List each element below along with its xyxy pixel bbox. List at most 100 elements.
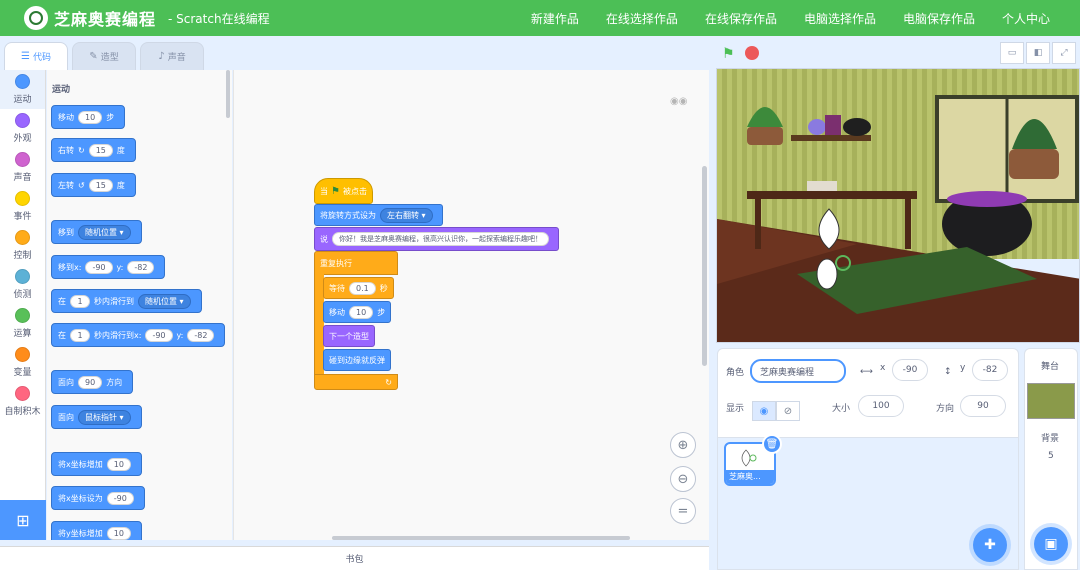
logo[interactable]: 芝麻奥赛编程 [24, 6, 156, 30]
block-text: 步 [377, 307, 386, 317]
speaker-icon: ♪ [158, 51, 165, 62]
backdrop-thumbnail[interactable] [1027, 383, 1075, 419]
block-input[interactable]: 10 [106, 526, 131, 540]
size-input[interactable]: 100 [858, 395, 904, 417]
backpack-bar[interactable]: 书包 [0, 546, 709, 570]
backdrop-count: 5 [1048, 451, 1054, 461]
nav-online-open[interactable]: 在线选择作品 [606, 10, 678, 27]
size-label: 大小 [832, 404, 851, 414]
block-dropdown[interactable]: 鼠标指针 [78, 409, 131, 425]
script-vertical-scrollbar[interactable] [702, 166, 707, 366]
extension-icon: ⊞ [16, 510, 30, 530]
block-input[interactable]: -82 [127, 260, 155, 274]
block-input[interactable]: 1 [70, 294, 90, 308]
zoom-reset-button[interactable]: = [670, 498, 696, 524]
block-input[interactable]: -82 [187, 328, 215, 342]
block-glide-xy[interactable]: 在 1 秒内滑行到x: -90 y: -82 [51, 323, 226, 347]
nav-local-open[interactable]: 电脑选择作品 [804, 10, 876, 27]
block-dropdown[interactable]: 左右翻转 [380, 207, 433, 223]
block-move-steps[interactable]: 移动 10 步 [51, 105, 126, 129]
block-goto[interactable]: 移到 随机位置 [51, 220, 142, 244]
category-operators[interactable]: 运算 [0, 304, 45, 343]
script-wait[interactable]: 等待 0.1 秒 [323, 277, 394, 299]
nav-local-save[interactable]: 电脑保存作品 [903, 10, 975, 27]
show-sprite-button[interactable]: ◉ [752, 401, 776, 421]
block-input[interactable]: 10 [106, 457, 131, 471]
block-dropdown[interactable]: 随机位置 [78, 224, 131, 240]
brush-icon: ✎ [89, 51, 98, 62]
trash-icon: 🗑 [765, 438, 779, 450]
block-text: 面向 [58, 377, 74, 387]
nav-new-project[interactable]: 新建作品 [531, 10, 579, 27]
block-dropdown[interactable]: 随机位置 [138, 293, 191, 309]
block-input[interactable]: 你好！我是芝麻奥赛编程，很高兴认识你，一起探索编程乐趣吧！ [332, 232, 549, 246]
block-input[interactable]: 15 [88, 178, 113, 192]
rotate-right-icon: ↻ [78, 145, 85, 155]
script-forever[interactable]: 重复执行 [314, 251, 398, 275]
block-glide-random[interactable]: 在 1 秒内滑行到 随机位置 [51, 289, 202, 313]
small-stage-button[interactable]: ▭ [1000, 42, 1024, 64]
delete-sprite-button[interactable]: 🗑 [762, 434, 782, 454]
nav-profile[interactable]: 个人中心 [1002, 10, 1050, 27]
stage-canvas[interactable] [716, 68, 1080, 343]
sprite-name-input[interactable]: 芝麻奥赛编程 [750, 359, 846, 383]
script-move[interactable]: 移动 10 步 [323, 301, 392, 323]
block-change-y[interactable]: 将y坐标增加 10 [51, 521, 142, 540]
block-set-x[interactable]: 将x坐标设为 -90 [51, 486, 145, 510]
script-set-rotation-style[interactable]: 将旋转方式设为 左右翻转 [314, 204, 443, 226]
palette-scrollbar[interactable] [226, 70, 230, 118]
block-point-towards[interactable]: 面向 鼠标指针 [51, 405, 142, 429]
category-sound[interactable]: 声音 [0, 148, 45, 187]
add-extension-button[interactable]: ⊞ [0, 500, 46, 540]
script-horizontal-scrollbar[interactable] [332, 536, 630, 540]
add-sprite-button[interactable]: ✚ [973, 528, 1007, 562]
block-input[interactable]: 1 [70, 328, 90, 342]
script-bounce[interactable]: 碰到边缘就反弹 [323, 349, 391, 371]
block-input[interactable]: -90 [85, 260, 113, 274]
block-text: 当 [320, 186, 328, 196]
category-sensing[interactable]: 侦测 [0, 265, 45, 304]
direction-input[interactable]: 90 [960, 395, 1006, 417]
y-arrow-icon: ↕ [944, 367, 952, 377]
x-position-input[interactable]: -90 [892, 359, 928, 381]
category-control[interactable]: 控制 [0, 226, 45, 265]
stop-button[interactable] [745, 46, 759, 60]
tab-sounds[interactable]: ♪ 声音 [140, 42, 204, 70]
block-goto-xy[interactable]: 移到x: -90 y: -82 [51, 255, 166, 279]
category-motion[interactable]: 运动 [0, 70, 45, 109]
block-input[interactable]: -90 [106, 491, 134, 505]
category-my-blocks[interactable]: 自制积木 [0, 382, 45, 421]
y-position-input[interactable]: -82 [972, 359, 1008, 381]
block-text: 右转 [58, 145, 74, 155]
script-when-flag-clicked[interactable]: 当 ⚑ 被点击 [314, 178, 373, 204]
category-events[interactable]: 事件 [0, 187, 45, 226]
block-input[interactable]: -90 [145, 328, 173, 342]
script-area[interactable]: ◉◉ 当 ⚑ 被点击 将旋转方式设为 左右翻转 说 你好！我是芝麻奥赛编程，很高… [233, 70, 709, 540]
block-input[interactable]: 10 [349, 305, 374, 319]
stage-selector[interactable]: 舞台 背景 5 ▣ [1024, 348, 1078, 570]
fullscreen-button[interactable]: ⤢ [1052, 42, 1076, 64]
block-input[interactable]: 10 [78, 110, 103, 124]
block-input[interactable]: 0.1 [349, 281, 376, 295]
category-label: 外观 [13, 134, 32, 144]
category-variables[interactable]: 变量 [0, 343, 45, 382]
block-change-x[interactable]: 将x坐标增加 10 [51, 452, 142, 476]
block-turn-left[interactable]: 左转 ↺ 15 度 [51, 173, 136, 197]
script-say[interactable]: 说 你好！我是芝麻奥赛编程，很高兴认识你，一起探索编程乐趣吧！ [314, 227, 559, 251]
block-point-direction[interactable]: 面向 90 方向 [51, 370, 134, 394]
block-input[interactable]: 15 [88, 143, 113, 157]
block-input[interactable]: 90 [78, 375, 103, 389]
block-text: 步 [106, 112, 115, 122]
green-flag-button[interactable]: ⚑ [722, 46, 735, 62]
hide-sprite-button[interactable]: ⊘ [776, 401, 800, 421]
add-backdrop-button[interactable]: ▣ [1034, 527, 1068, 561]
tab-code[interactable]: ☰ 代码 [4, 42, 68, 70]
normal-stage-button[interactable]: ◧ [1026, 42, 1050, 64]
nav-online-save[interactable]: 在线保存作品 [705, 10, 777, 27]
zoom-in-button[interactable]: ⊕ [670, 432, 696, 458]
zoom-out-button[interactable]: ⊖ [670, 466, 696, 492]
tab-costumes[interactable]: ✎ 造型 [72, 42, 136, 70]
script-next-costume[interactable]: 下一个造型 [323, 325, 375, 347]
block-turn-right[interactable]: 右转 ↻ 15 度 [51, 138, 136, 162]
category-looks[interactable]: 外观 [0, 109, 45, 148]
